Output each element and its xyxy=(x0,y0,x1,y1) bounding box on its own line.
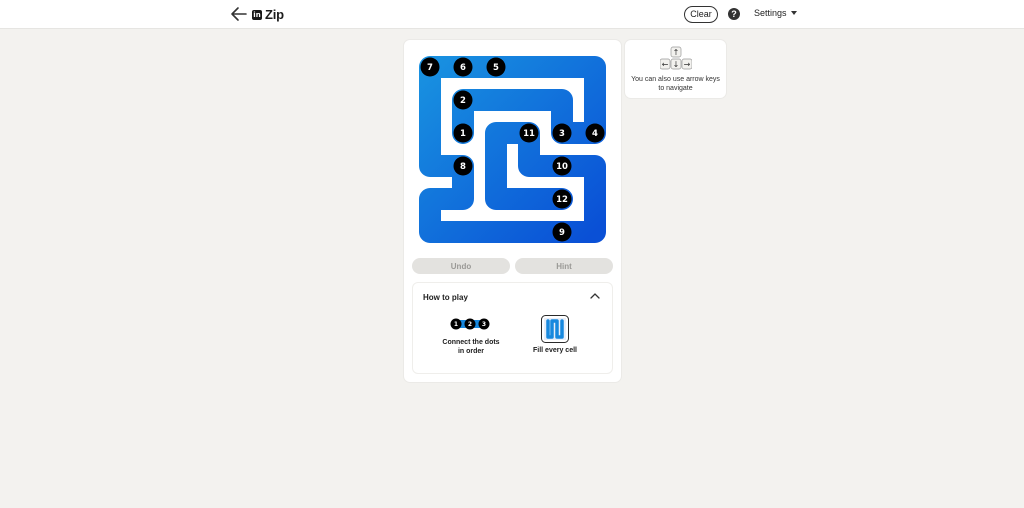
linkedin-logo-icon: in xyxy=(252,9,262,20)
key-up-icon: ↑ xyxy=(673,48,680,57)
howto-dot-3: 3 xyxy=(478,318,490,330)
dot-label: 11 xyxy=(523,129,535,139)
dot-label: 2 xyxy=(460,96,466,106)
caret-down-icon xyxy=(790,11,797,15)
howto-dot-label: 3 xyxy=(482,321,486,328)
dot-9: 9 xyxy=(552,222,572,242)
dot-label: 7 xyxy=(427,63,433,73)
dot-5: 5 xyxy=(486,57,506,77)
settings-label: Settings xyxy=(754,8,787,18)
back-arrow-icon[interactable] xyxy=(230,6,248,22)
dot-label: 4 xyxy=(592,129,598,139)
dot-label: 9 xyxy=(559,228,565,238)
key-left-icon: ← xyxy=(662,60,669,69)
dot-3: 3 xyxy=(552,123,572,143)
dot-11: 11 xyxy=(519,123,539,143)
connect-dots-icon: 1 2 3 xyxy=(450,318,490,330)
brand: in Zip xyxy=(252,7,284,22)
clear-button[interactable]: Clear xyxy=(684,6,718,23)
key-right-icon: → xyxy=(684,60,691,69)
connect-dots-text: Connect the dots in order xyxy=(442,339,500,355)
keyboard-tip-text: You can also use arrow keys to navigate xyxy=(631,76,720,92)
arrow-keys-icon: ↑ ← ↓ → xyxy=(660,46,692,70)
how-to-play-title: How to play xyxy=(423,293,468,302)
dot-label: 6 xyxy=(460,63,466,73)
undo-button[interactable]: Undo xyxy=(412,258,510,274)
dot-label: 3 xyxy=(559,129,565,139)
hint-button[interactable]: Hint xyxy=(515,258,613,274)
howto-dot-label: 2 xyxy=(468,321,472,328)
keyboard-tip: ↑ ← ↓ → You can also use arrow keys to n… xyxy=(625,40,726,98)
howto-dot-1: 1 xyxy=(450,318,462,330)
howto-dot-2: 2 xyxy=(464,318,476,330)
key-down-icon: ↓ xyxy=(673,60,680,69)
solution-path xyxy=(419,56,606,243)
dot-12: 12 xyxy=(552,189,572,209)
howto-dot-label: 1 xyxy=(454,321,458,328)
dot-label: 12 xyxy=(556,195,568,205)
how-to-play-panel: How to play 1 2 3 Connect the dots in orde… xyxy=(412,282,613,374)
dot-1: 1 xyxy=(453,123,473,143)
help-icon[interactable]: ? xyxy=(728,8,740,20)
controls: Undo Hint xyxy=(412,258,613,274)
settings-menu[interactable]: Settings xyxy=(754,8,797,18)
dot-label: 5 xyxy=(493,63,499,73)
top-bar: in Zip Clear ? Settings xyxy=(0,0,1024,29)
fill-cells-icon xyxy=(541,315,569,343)
game-title: Zip xyxy=(265,7,284,22)
dot-4: 4 xyxy=(585,123,605,143)
dot-2: 2 xyxy=(453,90,473,110)
dot-6: 6 xyxy=(453,57,473,77)
dot-label: 8 xyxy=(460,162,466,172)
fill-cells-text: Fill every cell xyxy=(533,347,577,354)
dot-7: 7 xyxy=(420,57,440,77)
dots-layer: 123 456789101112 xyxy=(420,57,605,242)
dot-label: 1 xyxy=(460,129,466,139)
dot-label: 10 xyxy=(556,162,568,172)
dot-10: 10 xyxy=(552,156,572,176)
game-board[interactable]: 123 456789101112 xyxy=(413,50,609,246)
chevron-up-icon[interactable] xyxy=(590,292,600,300)
dot-8: 8 xyxy=(453,156,473,176)
